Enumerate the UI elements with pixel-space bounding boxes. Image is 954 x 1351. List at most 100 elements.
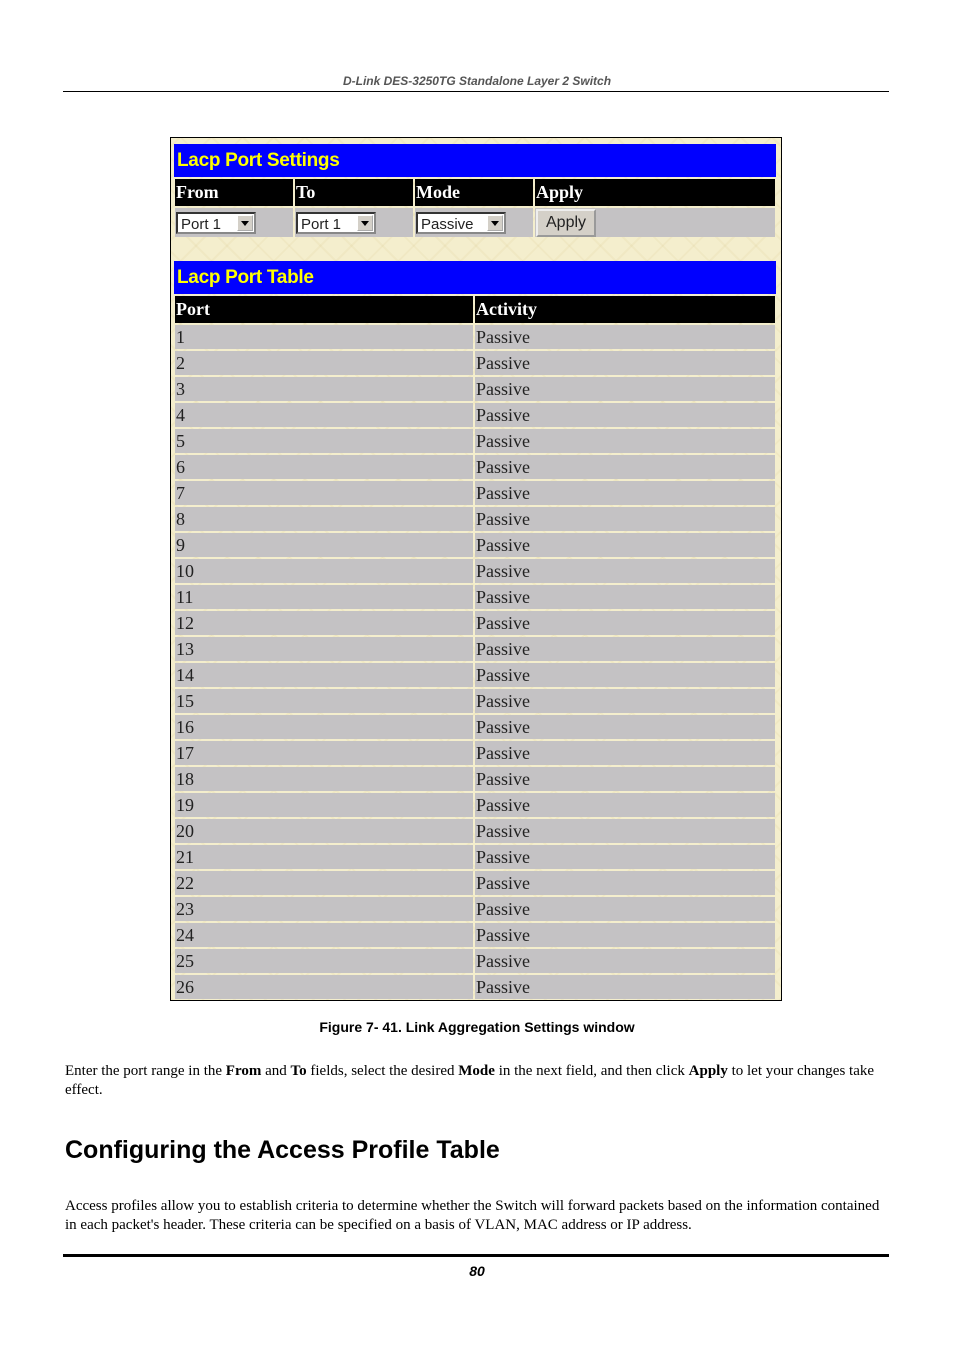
table-row: 12 Passive [175, 611, 775, 635]
activity-cell: Passive [475, 533, 775, 557]
activity-cell: Passive [475, 923, 775, 947]
table-row: 17 Passive [175, 741, 775, 765]
section-heading: Configuring the Access Profile Table [65, 1136, 500, 1164]
port-cell: 1 [175, 325, 473, 349]
activity-cell: Passive [475, 429, 775, 453]
table-row: 26 Passive [175, 975, 775, 999]
activity-cell: Passive [475, 455, 775, 479]
port-cell: 14 [175, 663, 473, 687]
activity-cell: Passive [475, 325, 775, 349]
port-cell: 18 [175, 767, 473, 791]
table-row: 14 Passive [175, 663, 775, 687]
column-header-port: Port [175, 296, 473, 323]
table-row: 8 Passive [175, 507, 775, 531]
table-row: 15 Passive [175, 689, 775, 713]
bold-term: From [225, 1063, 262, 1079]
from-port-select[interactable]: Port 1 [176, 211, 256, 234]
activity-cell: Passive [475, 793, 775, 817]
port-cell: 24 [175, 923, 473, 947]
apply-cell: Apply [535, 208, 775, 237]
port-cell: 17 [175, 741, 473, 765]
activity-cell: Passive [475, 819, 775, 843]
lacp-port-table: Port Activity 1 Passive 2 Passive 3 Passive 4 P… [173, 294, 777, 1000]
activity-cell: Passive [475, 351, 775, 375]
bold-term: Apply [688, 1063, 728, 1079]
settings-header-row: From To Mode Apply [175, 179, 775, 206]
activity-cell: Passive [475, 377, 775, 401]
activity-cell: Passive [475, 897, 775, 921]
running-header: D-Link DES-3250TG Standalone Layer 2 Swi… [342, 74, 612, 88]
activity-cell: Passive [475, 949, 775, 973]
to-port-select[interactable]: Port 1 [296, 211, 376, 234]
activity-cell: Passive [475, 871, 775, 895]
table-row: 7 Passive [175, 481, 775, 505]
activity-cell: Passive [475, 559, 775, 583]
activity-cell: Passive [475, 611, 775, 635]
activity-cell: Passive [475, 741, 775, 765]
table-row: 9 Passive [175, 533, 775, 557]
table-row: 20 Passive [175, 819, 775, 843]
from-port-value: Port 1 [181, 215, 222, 233]
table-row: 10 Passive [175, 559, 775, 583]
table-row: 19 Passive [175, 793, 775, 817]
apply-button[interactable]: Apply [536, 208, 597, 237]
port-cell: 7 [175, 481, 473, 505]
table-row: 4 Passive [175, 403, 775, 427]
bold-term: To [290, 1063, 307, 1079]
port-cell: 4 [175, 403, 473, 427]
port-cell: 15 [175, 689, 473, 713]
text-run: fields, select the desired [306, 1063, 459, 1079]
activity-cell: Passive [475, 637, 775, 661]
activity-cell: Passive [475, 767, 775, 791]
port-cell: 26 [175, 975, 473, 999]
activity-cell: Passive [475, 975, 775, 999]
mode-value: Passive [421, 215, 474, 233]
footer-rule [63, 1254, 889, 1257]
port-cell: 8 [175, 507, 473, 531]
activity-cell: Passive [475, 507, 775, 531]
table-row: 3 Passive [175, 377, 775, 401]
port-cell: 6 [175, 455, 473, 479]
table-row: 21 Passive [175, 845, 775, 869]
activity-cell: Passive [475, 845, 775, 869]
mode-select[interactable]: Passive [416, 211, 506, 234]
port-cell: 22 [175, 871, 473, 895]
table-row: 11 Passive [175, 585, 775, 609]
table-row: 24 Passive [175, 923, 775, 947]
table-row: 22 Passive [175, 871, 775, 895]
port-table-header-row: Port Activity [175, 296, 775, 323]
port-table-body: 1 Passive 2 Passive 3 Passive 4 Passive 5 Passive… [175, 325, 775, 999]
to-port-value: Port 1 [301, 215, 342, 233]
port-cell: 23 [175, 897, 473, 921]
port-cell: 21 [175, 845, 473, 869]
table-row: 2 Passive [175, 351, 775, 375]
activity-cell: Passive [475, 585, 775, 609]
port-cell: 10 [175, 559, 473, 583]
activity-cell: Passive [475, 689, 775, 713]
table-row: 6 Passive [175, 455, 775, 479]
column-header-from: From [175, 179, 293, 206]
lacp-port-settings-table: From To Mode Apply Port 1 Port 1 Passive… [173, 177, 777, 239]
lacp-screenshot-figure: Lacp Port Settings From To Mode Apply Po… [170, 137, 782, 1001]
column-header-to: To [295, 179, 413, 206]
chevron-down-icon[interactable] [487, 214, 503, 231]
chevron-down-icon[interactable] [357, 214, 373, 231]
column-header-apply: Apply [535, 179, 775, 206]
text-run: and [261, 1063, 291, 1079]
table-row: 1 Passive [175, 325, 775, 349]
port-cell: 12 [175, 611, 473, 635]
activity-cell: Passive [475, 403, 775, 427]
activity-cell: Passive [475, 663, 775, 687]
text-run: in the next field, and then click [494, 1063, 689, 1079]
port-cell: 11 [175, 585, 473, 609]
table-row: 18 Passive [175, 767, 775, 791]
chevron-down-icon[interactable] [237, 214, 253, 231]
mode-cell: Passive [415, 208, 533, 237]
section-paragraph: Access profiles allow you to establish c… [65, 1198, 880, 1233]
table-row: 16 Passive [175, 715, 775, 739]
lacp-port-settings-title: Lacp Port Settings [174, 144, 776, 177]
table-row: 25 Passive [175, 949, 775, 973]
instruction-paragraph: Enter the port range in the From and To … [65, 1062, 889, 1100]
lacp-port-table-title: Lacp Port Table [174, 261, 776, 294]
